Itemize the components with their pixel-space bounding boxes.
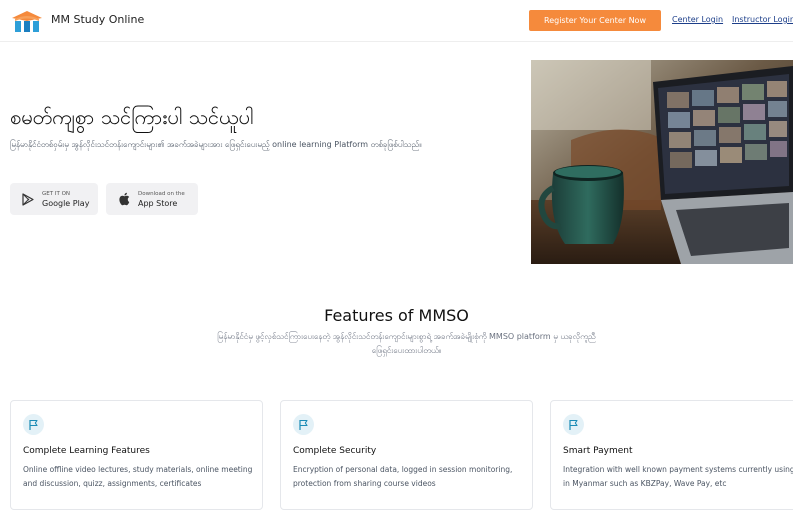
feature-card-security: Complete Security Encryption of personal…	[280, 400, 533, 510]
feature-card-title: Complete Security	[293, 446, 377, 456]
center-login-link[interactable]: Center Login	[672, 15, 723, 24]
app-store-small-label: Download on the	[138, 190, 185, 197]
brand-name[interactable]: MM Study Online	[51, 13, 144, 26]
app-store-button[interactable]: Download on the App Store	[106, 183, 198, 215]
hero-title: စမတ်ကျစွာ သင်ကြားပါ သင်ယူပါ	[10, 105, 254, 129]
mmso-logo-icon[interactable]	[10, 9, 44, 33]
app-store-label: App Store	[138, 198, 178, 208]
top-navbar: MM Study Online Register Your Center Now…	[0, 0, 793, 42]
hero-laptop-image	[531, 60, 793, 264]
features-subtitle: မြန်မာနိုင်ငံမှ ဖွင့်လှစ်သင်ကြားပေးနေတဲ့…	[217, 332, 596, 355]
hero-description: မြန်မာနိုင်ငံတစ်ဝှမ်းမှ အွန်လိုင်းသင်တန်…	[10, 140, 422, 149]
feature-card-description: Integration with well known payment syst…	[563, 465, 793, 488]
flag-icon	[23, 414, 44, 435]
feature-card-payment: Smart Payment Integration with well know…	[550, 400, 793, 510]
google-play-button[interactable]: GET IT ON Google Play	[10, 183, 98, 215]
flag-icon	[293, 414, 314, 435]
feature-card-description: Online offline video lectures, study mat…	[23, 465, 253, 488]
register-center-button[interactable]: Register Your Center Now	[529, 10, 661, 31]
feature-card-description: Encryption of personal data, logged in s…	[293, 465, 513, 488]
google-play-icon	[21, 192, 35, 206]
google-play-label: Google Play	[42, 198, 90, 208]
instructor-login-link[interactable]: Instructor Login	[732, 15, 793, 24]
feature-card-title: Complete Learning Features	[23, 446, 150, 456]
feature-card-title: Smart Payment	[563, 446, 633, 456]
google-play-small-label: GET IT ON	[42, 190, 71, 197]
apple-icon	[117, 192, 131, 206]
feature-card-learning: Complete Learning Features Online offlin…	[10, 400, 263, 510]
flag-icon	[563, 414, 584, 435]
features-title: Features of MMSO	[324, 306, 469, 325]
